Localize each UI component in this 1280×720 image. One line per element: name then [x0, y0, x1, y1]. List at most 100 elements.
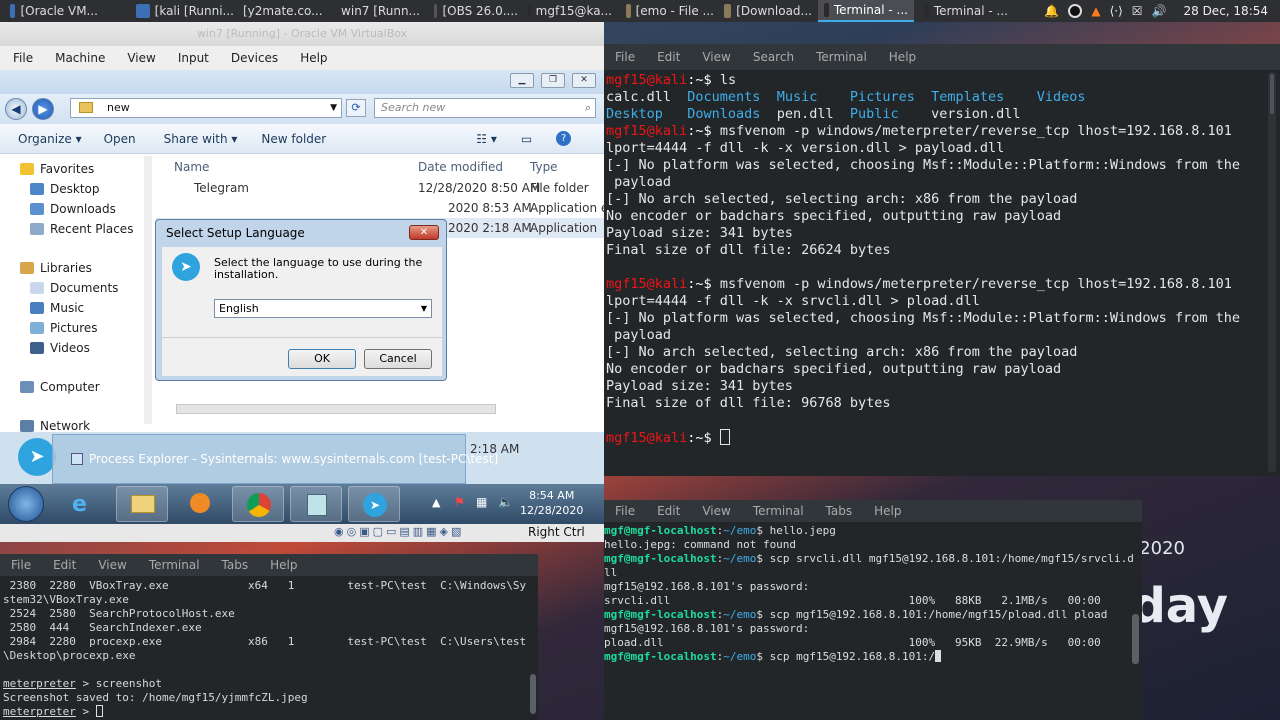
- process-explorer-preview[interactable]: Process Explorer - Sysinternals: www.sys…: [52, 434, 498, 484]
- start-button[interactable]: [8, 486, 44, 522]
- nav-favorites[interactable]: Favorites: [20, 162, 94, 176]
- term2-menu-view[interactable]: View: [702, 504, 730, 518]
- nav-network[interactable]: Network: [20, 419, 90, 433]
- term1-menu-file[interactable]: File: [615, 50, 635, 64]
- bell-icon[interactable]: 🔔: [1044, 4, 1059, 18]
- vbox-device-icons[interactable]: ◉◎▣▢▭▤▥▦◈▧: [334, 525, 464, 538]
- term3-menu-terminal[interactable]: Terminal: [149, 558, 200, 572]
- win7-clock[interactable]: 8:54 AM 12/28/2020: [520, 488, 583, 518]
- nav-videos[interactable]: Videos: [30, 341, 90, 355]
- terminal-scrollbar[interactable]: [530, 674, 536, 714]
- notepad-icon[interactable]: [290, 486, 342, 522]
- vm-menu-devices[interactable]: Devices: [231, 51, 278, 65]
- address-input[interactable]: new ▼: [70, 98, 342, 118]
- vm-menu-file[interactable]: File: [13, 51, 33, 65]
- forward-button[interactable]: ▶: [32, 98, 54, 120]
- internet-explorer-icon[interactable]: e: [58, 486, 110, 522]
- terminal-scrollbar[interactable]: [1268, 72, 1276, 472]
- media-player-icon[interactable]: [174, 486, 226, 522]
- term1-menu-edit[interactable]: Edit: [657, 50, 680, 64]
- task-button[interactable]: [kali [Runni...: [130, 0, 240, 22]
- term3-menu-help[interactable]: Help: [270, 558, 297, 572]
- task-button[interactable]: [y2mate.co...: [232, 0, 328, 22]
- term2-menu-tabs[interactable]: Tabs: [826, 504, 853, 518]
- nav-desktop[interactable]: Desktop: [30, 182, 100, 196]
- telegram-desktop-icon[interactable]: ➤: [18, 438, 56, 476]
- tray-expand-icon[interactable]: ▲: [432, 496, 440, 509]
- vm-menu-input[interactable]: Input: [178, 51, 209, 65]
- term3-menu-edit[interactable]: Edit: [53, 558, 76, 572]
- term2-menu-help[interactable]: Help: [874, 504, 901, 518]
- network-tray-icon[interactable]: ▦: [476, 495, 487, 509]
- term1-menu-help[interactable]: Help: [889, 50, 916, 64]
- meterpreter-terminal[interactable]: File Edit View Terminal Tabs Help 2380 2…: [0, 554, 538, 720]
- task-button[interactable]: [Oracle VM...: [4, 0, 104, 22]
- task-button[interactable]: mgf15@ka...: [522, 0, 618, 22]
- vm-menu-view[interactable]: View: [127, 51, 155, 65]
- close-button[interactable]: ✕: [572, 73, 596, 88]
- obs-icon[interactable]: [1068, 4, 1083, 18]
- term1-menu-view[interactable]: View: [702, 50, 730, 64]
- nav-music[interactable]: Music: [30, 301, 84, 315]
- cancel-button[interactable]: Cancel: [364, 349, 432, 369]
- volume-tray-icon[interactable]: 🔈: [498, 495, 513, 509]
- vm-menu-help[interactable]: Help: [300, 51, 327, 65]
- kali-terminal[interactable]: File Edit View Search Terminal Help mgf1…: [604, 44, 1280, 476]
- task-button[interactable]: [emo - File ...: [620, 0, 720, 22]
- file-explorer-icon[interactable]: [116, 486, 168, 522]
- term3-menu-tabs[interactable]: Tabs: [222, 558, 249, 572]
- ok-button[interactable]: OK: [288, 349, 356, 369]
- task-button[interactable]: Terminal - ...: [818, 0, 914, 22]
- chrome-icon[interactable]: [232, 486, 284, 522]
- horizontal-scrollbar[interactable]: [176, 404, 496, 414]
- term2-menu-file[interactable]: File: [615, 504, 635, 518]
- nav-downloads[interactable]: Downloads: [30, 202, 116, 216]
- telegram-taskbar-icon[interactable]: ➤: [348, 486, 400, 522]
- new-folder-button[interactable]: New folder: [261, 132, 326, 146]
- nav-documents[interactable]: Documents: [30, 281, 118, 295]
- preview-pane-icon[interactable]: ▭: [521, 132, 532, 146]
- term3-menu-view[interactable]: View: [98, 558, 126, 572]
- search-input[interactable]: Search new ⌕: [374, 98, 596, 118]
- share-with-button[interactable]: Share with ▾: [164, 132, 238, 146]
- terminal-scrollbar[interactable]: [1132, 614, 1139, 664]
- term1-menu-search[interactable]: Search: [753, 50, 794, 64]
- term1-menu-terminal[interactable]: Terminal: [816, 50, 867, 64]
- column-name[interactable]: Name: [174, 160, 209, 174]
- language-select[interactable]: English ▼: [214, 299, 432, 318]
- view-options-icon[interactable]: ☷ ▾: [476, 132, 497, 146]
- organize-button[interactable]: Organize ▾: [18, 132, 82, 146]
- local-terminal[interactable]: File Edit View Terminal Tabs Help mgf@mg…: [604, 500, 1142, 720]
- nav-recent-places[interactable]: Recent Places: [30, 222, 133, 236]
- code-icon[interactable]: ⟨·⟩: [1110, 4, 1123, 18]
- column-type[interactable]: Type: [530, 160, 558, 174]
- clock[interactable]: 28 Dec, 18:54: [1183, 4, 1268, 18]
- volume-icon[interactable]: 🔊: [1152, 4, 1167, 18]
- chevron-down-icon[interactable]: ▼: [330, 99, 337, 117]
- column-date-modified[interactable]: Date modified: [418, 160, 503, 174]
- help-icon[interactable]: ?: [556, 131, 572, 146]
- maximize-button[interactable]: ❐: [541, 73, 565, 88]
- task-button[interactable]: [OBS 26.0....: [428, 0, 524, 22]
- term2-menu-terminal[interactable]: Terminal: [753, 504, 804, 518]
- back-button[interactable]: ◀: [5, 98, 27, 120]
- x-icon[interactable]: ☒: [1132, 4, 1143, 18]
- task-button[interactable]: Terminal - ...: [918, 0, 1014, 22]
- open-button[interactable]: Open: [104, 132, 136, 146]
- refresh-button[interactable]: ⟳: [346, 99, 366, 117]
- task-button[interactable]: [Download...: [718, 0, 818, 22]
- file-row[interactable]: 2020 8:53 AM Application ex: [156, 198, 604, 218]
- term3-menu-file[interactable]: File: [11, 558, 31, 572]
- nav-scrollbar[interactable]: [144, 156, 152, 424]
- minimize-button[interactable]: ▁: [510, 73, 534, 88]
- flame-icon[interactable]: ▲: [1091, 4, 1100, 18]
- task-button[interactable]: win7 [Runn...: [330, 0, 426, 22]
- action-center-icon[interactable]: ⚑: [454, 495, 465, 509]
- dialog-close-button[interactable]: ✕: [409, 225, 439, 240]
- file-row[interactable]: Telegram 12/28/2020 8:50 AM File folder: [156, 178, 604, 198]
- nav-libraries[interactable]: Libraries: [20, 261, 92, 275]
- vm-menu-machine[interactable]: Machine: [55, 51, 105, 65]
- term2-menu-edit[interactable]: Edit: [657, 504, 680, 518]
- nav-computer[interactable]: Computer: [20, 380, 100, 394]
- nav-pictures[interactable]: Pictures: [30, 321, 98, 335]
